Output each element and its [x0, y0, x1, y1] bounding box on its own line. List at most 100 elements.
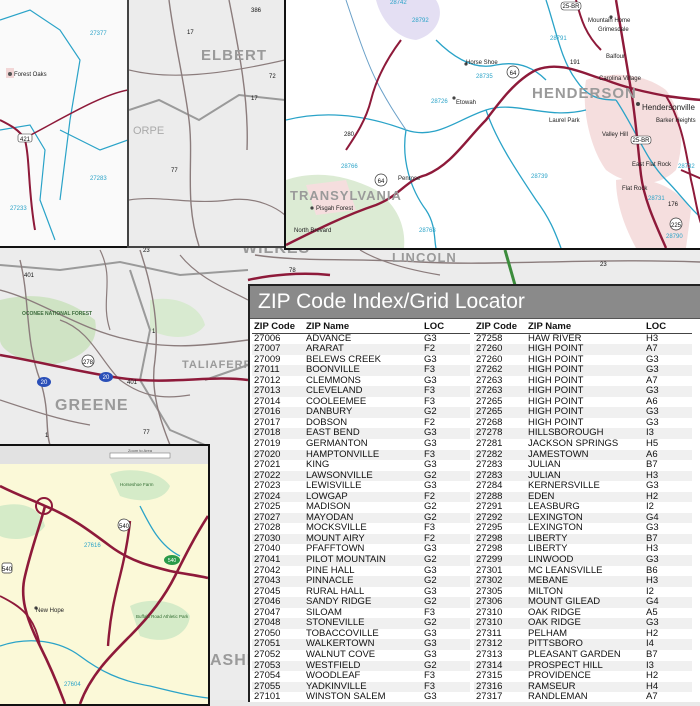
loc-cell: H3 [644, 576, 692, 587]
zip-code-cell: 27305 [476, 586, 503, 597]
table-row: 27016 DANBURY G2 [252, 407, 470, 418]
zip-code-cell: 27260 [476, 354, 503, 365]
zip-name-cell: HIGH POINT [528, 375, 584, 386]
zip-name-cell: ARARAT [304, 344, 422, 355]
zip-index-table-right: ZIP Code ZIP Name LOC 27258 HAW RIVER H3 27… [474, 322, 692, 702]
table-row: 27298 LIBERTY H3 [474, 544, 692, 555]
zip-code-cell: 27263 [476, 375, 503, 386]
table-row: 27278 HILLSBOROUGH I3 [474, 428, 692, 440]
place-balfour: Balfour [606, 54, 625, 60]
loc-cell: I4 [644, 639, 692, 650]
zip-name-cell: JULIAN [526, 470, 644, 482]
zip-name-cell: LEWISVILLE [306, 481, 362, 492]
place-east-flat-rock: East Flat Rock [632, 162, 672, 168]
loc-cell: B7 [646, 649, 658, 660]
route-25br-label-2: 25-BR [632, 138, 650, 144]
zip-code-cell: 27054 [254, 671, 281, 682]
zip-name-cell: GERMANTON [306, 439, 368, 450]
zip-name-cell: PFAFFTOWN [306, 544, 365, 555]
map-area-elbert[interactable]: ELBERT ORPE 386 17 17 72 77 [127, 0, 287, 248]
table-row: 27019 GERMANTON G3 [252, 439, 470, 450]
zip-code-index-panel: ZIP Code Index/Grid Locator ZIP Code ZIP… [248, 284, 700, 702]
place-valley-hill: Valley Hill [602, 132, 628, 138]
table-row: 27315 PROVIDENCE H2 [474, 671, 692, 682]
zip-name-cell: HIGH POINT [526, 365, 644, 376]
loc-cell: F3 [424, 671, 436, 682]
route-280-label: 280 [344, 132, 355, 138]
loc-cell: G3 [424, 586, 437, 597]
loc-cell: G3 [424, 692, 437, 702]
zip-name-cell: YADKINVILLE [304, 681, 422, 693]
zoom-slider[interactable] [109, 452, 171, 459]
zip-name-cell: LINWOOD [526, 555, 644, 566]
loc-cell: G3 [424, 628, 437, 639]
zip-code-cell: 27101 [254, 692, 281, 702]
table-row: 27051 WALKERTOWN G3 [252, 639, 470, 650]
zip-name-cell: HIGH POINT [526, 407, 644, 418]
zip-name-cell: PROVIDENCE [528, 671, 591, 682]
zip-name-cell: DANBURY [304, 407, 422, 418]
zip-name-cell: PROSPECT HILL [526, 660, 644, 672]
inset-map-henderson[interactable]: 64 64 280 25-BR 25-BR 191 176 225 Mounta… [284, 0, 700, 250]
loc-cell: A7 [644, 344, 692, 355]
table-row: 27021 KING G3 [252, 460, 470, 471]
table-row: 27283 JULIAN H3 [474, 470, 692, 482]
place-forest-oaks: Forest Oaks [14, 72, 47, 78]
zip-name-cell: MC LEANSVILLE [528, 565, 603, 576]
table-row: 27006 ADVANCE G3 [252, 333, 470, 344]
zip-code-cell: 27052 [254, 649, 281, 660]
zip-name-cell: WINSTON SALEM [306, 692, 386, 702]
place-laurel-park: Laurel Park [549, 118, 581, 124]
zip-code-cell: 27009 [254, 354, 281, 365]
table-row: 27028 MOCKSVILLE F3 [252, 523, 470, 534]
zip-code-cell: 27314 [474, 660, 526, 672]
zip-code-cell: 27012 [254, 375, 281, 386]
place-pisgah-forest: Pisgah Forest [316, 206, 353, 212]
table-row: 27023 LEWISVILLE G3 [252, 481, 470, 492]
zip-name-cell: CLEMMONS [306, 375, 361, 386]
zip-27616: 27616 [84, 543, 101, 549]
table-row: 27301 MC LEANSVILLE B6 [474, 566, 692, 577]
county-label-transylvania: TRANSYLVANIA [290, 188, 402, 203]
zip-code-cell: 27292 [474, 512, 526, 524]
route-191-label: 191 [570, 60, 581, 66]
table-body-right: 27258 HAW RIVER H3 27260 HIGH POINT A7 27260 HI… [474, 333, 692, 702]
inset-map-top-left[interactable]: Forest Oaks 421 27377 27283 27233 [0, 0, 130, 248]
zip-code-cell: 27317 [476, 692, 503, 702]
inset-map-new-hope[interactable]: Zoom to Area 540 540 540 New Hope Buffal… [0, 444, 210, 706]
place-mountain-home: Mountain Home [588, 18, 631, 24]
zip-code-cell: 27310 [474, 618, 526, 629]
zip-28791: 28791 [550, 36, 567, 42]
zip-code-cell: 27265 [476, 396, 503, 407]
zip-name-cell: LEXINGTON [528, 523, 583, 534]
zip-name-cell: ADVANCE [306, 333, 352, 344]
loc-cell: G3 [424, 460, 437, 471]
zip-name-cell: RURAL HALL [306, 586, 365, 597]
route-421-label: 421 [20, 137, 31, 143]
zip-code-cell: 27042 [254, 565, 281, 576]
zip-code-cell: 27025 [254, 502, 281, 513]
route-1-label: 540 [2, 567, 13, 573]
loc-cell: H3 [644, 470, 692, 482]
zip-name-cell: PILOT MOUNTAIN [304, 555, 422, 566]
zip-code-cell: 27013 [252, 386, 304, 397]
loc-cell: G3 [644, 386, 692, 397]
table-body-left: 27006 ADVANCE G3 27007 ARARAT F2 27009 BELEWS C… [252, 333, 470, 702]
table-row: 27260 HIGH POINT A7 [474, 344, 692, 355]
table-row: 27265 HIGH POINT A6 [474, 397, 692, 408]
table-row: 27043 PINNACLE G2 [252, 576, 470, 587]
loc-cell: I2 [646, 502, 654, 513]
loc-cell: H2 [646, 671, 659, 682]
header-zip-name: ZIP Name [304, 322, 422, 334]
table-row: 27027 MAYODAN G2 [252, 512, 470, 524]
zip-name-cell: SANDY RIDGE [304, 597, 422, 608]
route-540-label: 540 [168, 558, 177, 564]
route-72-label: 72 [269, 74, 276, 80]
header-loc: LOC [644, 322, 692, 334]
loc-cell: A5 [646, 607, 658, 618]
zip-code-cell: 27016 [252, 407, 304, 418]
zip-code-cell: 27011 [252, 365, 304, 376]
route-17-label: 17 [187, 30, 194, 36]
zip-code-cell: 27053 [252, 660, 304, 672]
zip-code-cell: 27014 [254, 396, 281, 407]
